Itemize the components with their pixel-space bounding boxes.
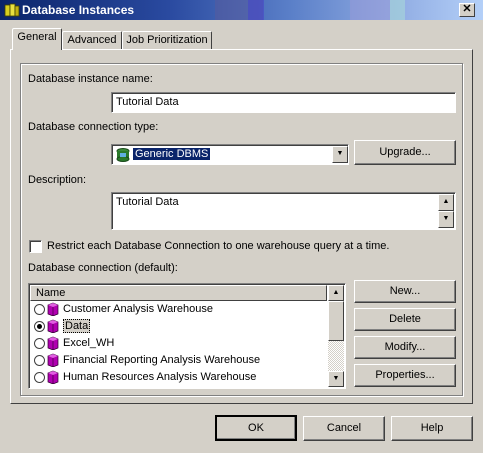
list-header-name[interactable]: Name — [30, 285, 327, 301]
tab-general[interactable]: General — [12, 28, 62, 50]
database-cube-icon — [47, 319, 59, 333]
chevron-down-icon: ▼ — [336, 150, 344, 157]
scroll-down-button[interactable]: ▼ — [438, 211, 454, 228]
list-rows: Customer Analysis Warehouse Data Excel_W… — [30, 301, 327, 387]
scroll-thumb[interactable] — [328, 301, 344, 341]
new-button[interactable]: New... — [354, 280, 456, 303]
close-icon: ✕ — [462, 3, 472, 15]
database-cube-icon — [47, 370, 59, 384]
modify-button[interactable]: Modify... — [354, 336, 456, 359]
list-scrollbar[interactable]: ▲ ▼ — [328, 285, 344, 387]
list-item[interactable]: Data — [33, 318, 323, 335]
instance-name-label: Database instance name: — [28, 73, 153, 85]
radio-button[interactable] — [34, 304, 45, 315]
tab-job-prioritization[interactable]: Job Prioritization — [122, 31, 212, 51]
database-instances-icon — [4, 3, 20, 17]
chevron-down-icon: ▼ — [442, 215, 450, 222]
radio-button[interactable] — [34, 355, 45, 366]
scroll-up-button[interactable]: ▲ — [328, 285, 344, 301]
chevron-up-icon: ▲ — [442, 198, 450, 205]
generic-dbms-icon — [116, 148, 130, 162]
tab-advanced[interactable]: Advanced — [62, 31, 122, 51]
description-field[interactable]: Tutorial Data ▲ ▼ — [111, 192, 456, 230]
help-button[interactable]: Help — [391, 416, 473, 441]
database-cube-icon — [47, 302, 59, 316]
list-item[interactable]: Human Resources Analysis Warehouse — [33, 369, 323, 386]
list-item[interactable]: Customer Analysis Warehouse — [33, 301, 323, 318]
window-title: Database Instances — [22, 3, 135, 17]
close-button[interactable]: ✕ — [459, 3, 475, 17]
cancel-button[interactable]: Cancel — [303, 416, 385, 441]
instance-name-field[interactable]: Tutorial Data — [111, 92, 456, 113]
scroll-up-button[interactable]: ▲ — [438, 194, 454, 211]
database-cube-icon — [47, 336, 59, 350]
delete-button[interactable]: Delete — [354, 308, 456, 331]
chevron-down-icon: ▼ — [332, 375, 340, 382]
chevron-up-icon: ▲ — [332, 289, 340, 296]
dropdown-arrow-button[interactable]: ▼ — [332, 146, 348, 163]
connection-list-label: Database connection (default): — [28, 262, 178, 274]
ok-button[interactable]: OK — [215, 415, 297, 441]
connection-type-value: Generic DBMS — [133, 148, 211, 160]
upgrade-button[interactable]: Upgrade... — [354, 140, 456, 165]
restrict-checkbox[interactable] — [29, 240, 42, 253]
description-scrollbar[interactable]: ▲ ▼ — [438, 194, 454, 228]
database-cube-icon — [47, 353, 59, 367]
radio-button-selected[interactable] — [34, 321, 45, 332]
scroll-down-button[interactable]: ▼ — [328, 371, 344, 387]
description-label: Description: — [28, 174, 87, 186]
properties-button[interactable]: Properties... — [354, 364, 456, 387]
list-item[interactable]: Financial Reporting Analysis Warehouse — [33, 352, 323, 369]
radio-button[interactable] — [34, 372, 45, 383]
connection-type-select[interactable]: Generic DBMS ▼ — [111, 144, 349, 165]
list-item[interactable]: Excel_WH — [33, 335, 323, 352]
connection-type-label: Database connection type: — [28, 121, 159, 133]
restrict-label[interactable]: Restrict each Database Connection to one… — [47, 240, 389, 252]
radio-button[interactable] — [34, 338, 45, 349]
connection-list[interactable]: Name Customer Analysis Warehouse Data Ex… — [28, 283, 346, 389]
